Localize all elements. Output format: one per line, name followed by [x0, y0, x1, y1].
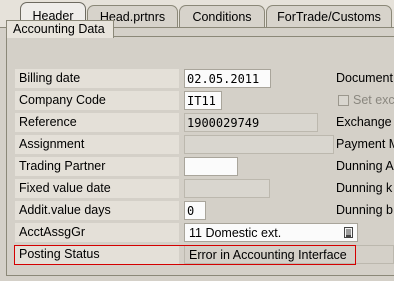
- billing-date-field[interactable]: 02.05.2011: [184, 69, 271, 88]
- payment-method-label: Payment M: [336, 137, 394, 151]
- trading-partner-label: Trading Partner: [15, 157, 179, 176]
- value-help-icon[interactable]: [343, 226, 353, 239]
- posting-status-highlight: [14, 245, 356, 265]
- dunning-block-label: Dunning b: [336, 203, 393, 217]
- assignment-label: Assignment: [15, 135, 179, 154]
- company-code-label: Company Code: [15, 91, 179, 110]
- acct-assg-gr-field[interactable]: 11 Domestic ext.: [184, 223, 358, 242]
- tab-conditions-label: Conditions: [192, 9, 252, 24]
- set-exc-checkbox[interactable]: [338, 95, 349, 106]
- fixed-value-date-field[interactable]: [184, 179, 270, 198]
- tab-conditions[interactable]: Conditions: [179, 5, 265, 27]
- tab-fortrade-customs[interactable]: ForTrade/Customs: [266, 5, 392, 27]
- set-exc-label: Set exc: [353, 93, 394, 107]
- exchange-label: Exchange: [336, 115, 392, 129]
- addit-value-days-label: Addit.value days: [15, 201, 179, 220]
- billing-date-label: Billing date: [15, 69, 179, 88]
- fixed-value-date-label: Fixed value date: [15, 179, 179, 198]
- assignment-field[interactable]: [184, 135, 334, 154]
- reference-field[interactable]: 1900029749: [184, 113, 318, 132]
- group-title: Accounting Data: [6, 20, 114, 38]
- addit-value-days-field[interactable]: 0: [184, 201, 206, 220]
- company-code-field[interactable]: IT11: [184, 91, 222, 110]
- acct-assg-gr-label: AcctAssgGr: [15, 223, 179, 242]
- trading-partner-field[interactable]: [184, 157, 238, 176]
- document-label: Document: [336, 71, 393, 85]
- dunning-area-label: Dunning A: [336, 159, 394, 173]
- dunning-key-label: Dunning k: [336, 181, 393, 195]
- tab-fortrade-customs-label: ForTrade/Customs: [277, 9, 381, 24]
- reference-label: Reference: [15, 113, 179, 132]
